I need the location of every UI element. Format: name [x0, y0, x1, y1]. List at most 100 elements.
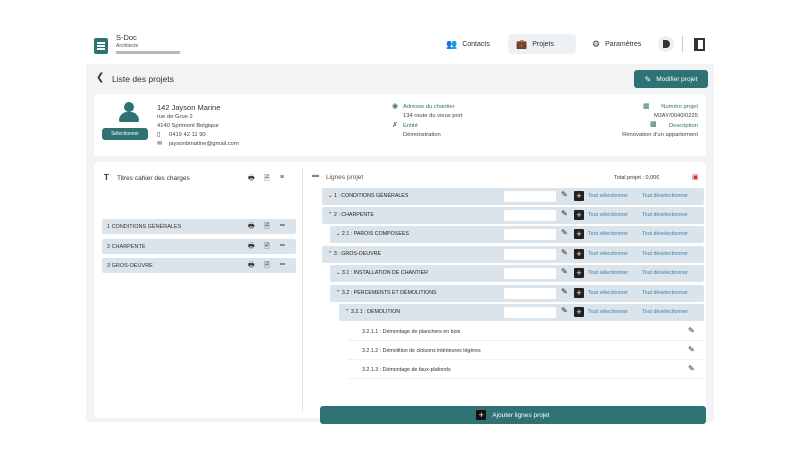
select-all-link[interactable]: Tout sélectionner: [588, 251, 628, 257]
lot-amount-input[interactable]: [504, 249, 556, 260]
print-icon[interactable]: 🖶: [248, 242, 255, 253]
panel-divider: [302, 168, 303, 412]
lot-amount-input[interactable]: [504, 288, 556, 299]
logout-icon[interactable]: [694, 38, 705, 51]
deselect-all-link[interactable]: Tout déselectionner: [642, 290, 688, 296]
add-box-icon[interactable]: +: [574, 288, 584, 298]
task-row[interactable]: 3.2.1.3 : Démontage de faux-plafonds ✎: [348, 362, 704, 379]
select-all-link[interactable]: Tout sélectionner: [588, 193, 628, 199]
print-icon[interactable]: 🖶: [248, 174, 255, 185]
select-all-link[interactable]: Tout sélectionner: [588, 212, 628, 218]
lot-row[interactable]: ⌃ 2 : CHARPENTE ✎ + Tout sélectionner To…: [322, 207, 704, 224]
lot-label: ⌃ 3.2.1 : DEMOLITION: [345, 309, 401, 315]
charges-item[interactable]: 3 GROS-OEUVRE 🖶 🗎 ═: [102, 258, 296, 273]
client-name: 142 Jayson Marine: [157, 103, 221, 112]
charges-item[interactable]: 2 CHARPENTE 🖶 🗎 ═: [102, 239, 296, 254]
site-entity-value: Démonstration: [403, 132, 441, 138]
users-icon: [116, 102, 142, 122]
lot-row[interactable]: ⌃ 3.2.1 : DEMOLITION ✎ + Tout sélectionn…: [339, 304, 704, 321]
select-all-link[interactable]: Tout sélectionner: [588, 231, 628, 237]
file-icon[interactable]: 🗎: [264, 174, 270, 185]
pencil-icon[interactable]: ✎: [561, 306, 568, 315]
task-row[interactable]: 3.2.1.2 : Démolition de cloisons intérie…: [348, 343, 704, 360]
client-email: jaysonbmatine@gmail.com: [169, 141, 239, 147]
add-box-icon[interactable]: +: [574, 210, 584, 220]
drag-handle-icon[interactable]: ═: [280, 222, 285, 229]
deselect-all-link[interactable]: Tout déselectionner: [642, 231, 688, 237]
project-number-value: MJAY/0040/0225: [653, 113, 698, 119]
add-box-icon[interactable]: +: [574, 249, 584, 259]
file-icon[interactable]: 🗎: [264, 242, 270, 253]
pencil-icon[interactable]: ✎: [561, 287, 568, 296]
page-title: Liste des projets: [112, 74, 174, 84]
drag-handle-icon[interactable]: ═: [280, 242, 285, 249]
add-project-lines-button[interactable]: + Ajouter lignes projet: [320, 406, 706, 424]
brand-name: S-Doc: [116, 33, 137, 42]
lot-amount-input[interactable]: [504, 268, 556, 279]
add-box-icon[interactable]: +: [574, 307, 584, 317]
print-icon[interactable]: 🖶: [248, 261, 255, 272]
mail-icon: ✉: [157, 141, 163, 147]
deselect-all-link[interactable]: Tout déselectionner: [642, 212, 688, 218]
lot-row[interactable]: ⌄ 1 : CONDITIONS GÉNÉRALES ✎ + Tout séle…: [322, 188, 704, 205]
pencil-icon: ✎: [644, 74, 652, 84]
theme-toggle-button[interactable]: [658, 36, 674, 52]
drag-handle-icon[interactable]: ═: [280, 261, 285, 268]
pencil-icon[interactable]: ✎: [561, 209, 568, 218]
deselect-all-link[interactable]: Tout déselectionner: [642, 251, 688, 257]
lot-amount-input[interactable]: [504, 210, 556, 221]
charges-title: Titres cahier des charges: [117, 175, 190, 182]
charges-item-label: 3 GROS-OEUVRE: [107, 262, 153, 269]
task-label: 3.2.1.1 : Démontage de planchers en bois: [362, 329, 461, 335]
lot-amount-input[interactable]: [504, 229, 556, 240]
add-box-icon[interactable]: +: [574, 229, 584, 239]
charges-item[interactable]: 1 CONDITIONS GÉNÉRALES 🖶 🗎 ═: [102, 219, 296, 234]
nav-parametres[interactable]: ⚙ Paramètres: [584, 34, 649, 54]
lot-label: ⌃ 3 : GROS-OEUVRE: [328, 251, 382, 257]
lot-row[interactable]: ⌃ 3.2 : PERCEMENTS ET DÉMOLITIONS ✎ + To…: [330, 285, 704, 302]
pencil-icon[interactable]: ✎: [688, 345, 695, 354]
add-box-icon[interactable]: +: [574, 268, 584, 278]
select-all-link[interactable]: Tout sélectionner: [588, 270, 628, 276]
pdf-icon[interactable]: ▣: [692, 173, 699, 181]
lot-row[interactable]: ⌄ 2.1 : PAROIS COMPOSEES ✎ + Tout sélect…: [330, 226, 704, 243]
add-box-icon: +: [476, 410, 487, 420]
app-window: S-Doc Architecte 👥 Contacts 💼 Projets ⚙ …: [86, 24, 714, 424]
pencil-icon[interactable]: ✎: [561, 267, 568, 276]
lot-amount-input[interactable]: [504, 307, 556, 318]
lot-row[interactable]: ⌃ 3 : GROS-OEUVRE ✎ + Tout sélectionner …: [322, 246, 704, 263]
select-all-link[interactable]: Tout sélectionner: [588, 290, 628, 296]
edit-project-button[interactable]: ✎ Modifier projet: [634, 70, 708, 88]
select-all-link[interactable]: Tout sélectionner: [588, 309, 628, 315]
pencil-icon[interactable]: ✎: [688, 326, 695, 335]
task-label: 3.2.1.2 : Démolition de cloisons intérie…: [362, 348, 481, 354]
pencil-icon[interactable]: ✎: [561, 228, 568, 237]
file-icon[interactable]: 🗎: [264, 261, 270, 272]
lot-label: ⌄ 3.1 : INSTALLATION DE CHANTIER: [336, 270, 428, 276]
pencil-icon[interactable]: ✎: [561, 190, 568, 199]
sort-list-icon[interactable]: ≡: [280, 174, 284, 181]
lot-label: ⌃ 3.2 : PERCEMENTS ET DÉMOLITIONS: [336, 290, 437, 296]
chevron-left-icon[interactable]: ❮: [96, 72, 104, 83]
deselect-all-link[interactable]: Tout déselectionner: [642, 270, 688, 276]
description-icon: ▩: [650, 121, 657, 128]
lot-row[interactable]: ⌄ 3.1 : INSTALLATION DE CHANTIER ✎ + Tou…: [330, 265, 704, 282]
deselect-all-link[interactable]: Tout déselectionner: [642, 309, 688, 315]
pencil-icon[interactable]: ✎: [561, 248, 568, 257]
nav-projets[interactable]: 💼 Projets: [508, 34, 576, 54]
pencil-icon[interactable]: ✎: [688, 364, 695, 373]
select-client-button[interactable]: Sélectionner: [102, 128, 148, 140]
deselect-all-link[interactable]: Tout déselectionner: [642, 193, 688, 199]
edit-project-label: Modifier projet: [656, 75, 698, 83]
lot-amount-input[interactable]: [504, 191, 556, 202]
charges-panel: T Titres cahier des charges 🖶 🗎 ≡ 1 COND…: [94, 162, 302, 418]
nav-contacts[interactable]: 👥 Contacts: [438, 34, 498, 54]
print-icon[interactable]: 🖶: [248, 222, 255, 233]
add-box-icon[interactable]: +: [574, 191, 584, 201]
lot-label: ⌃ 2 : CHARPENTE: [328, 212, 374, 218]
file-icon[interactable]: 🗎: [264, 222, 270, 233]
task-row[interactable]: 3.2.1.1 : Démontage de planchers en bois…: [348, 324, 704, 341]
lot-label: ⌄ 2.1 : PAROIS COMPOSEES: [336, 231, 409, 237]
document-icon: [94, 38, 108, 54]
list-icon: ▬: [312, 172, 319, 179]
